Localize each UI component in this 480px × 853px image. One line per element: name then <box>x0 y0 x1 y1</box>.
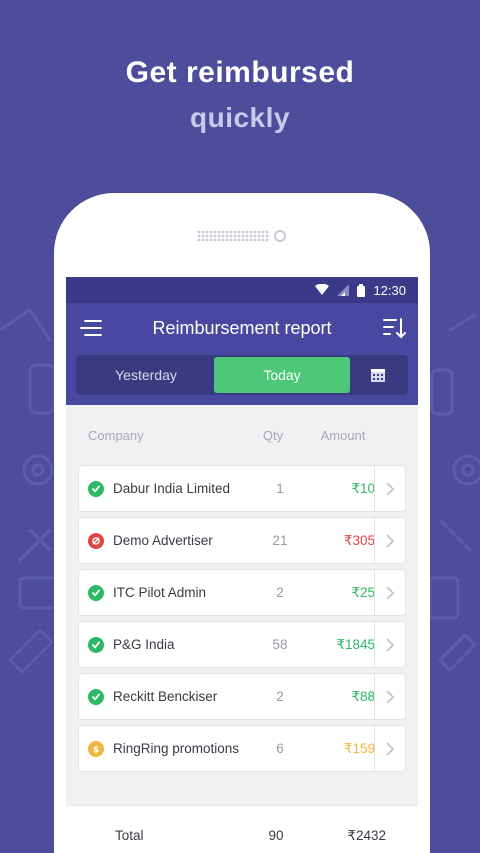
row-amount: ₹1845 <box>336 636 375 652</box>
wifi-icon <box>315 284 330 295</box>
row-amount: ₹25 <box>351 584 375 600</box>
row-amount: ₹159 <box>343 740 375 756</box>
row-qty: 2 <box>276 689 284 704</box>
tab-yesterday[interactable]: Yesterday <box>78 357 214 393</box>
status-cell <box>79 584 113 601</box>
row-qty: 1 <box>276 481 284 496</box>
status-bar: 12:30 <box>66 277 418 303</box>
tab-today[interactable]: Today <box>214 357 350 393</box>
total-amount: ₹2432 <box>347 827 386 843</box>
calendar-icon <box>371 369 385 382</box>
header-qty: Qty <box>262 427 284 443</box>
status-approved-icon <box>88 688 104 705</box>
total-qty: 90 <box>268 828 284 843</box>
chevron-right-icon <box>386 533 394 548</box>
status-approved-icon <box>88 480 104 497</box>
app-bar: Reimbursement report <box>66 303 418 353</box>
row-amount: ₹88 <box>351 688 375 704</box>
header-company: Company <box>88 427 144 443</box>
status-approved-icon <box>88 636 104 653</box>
row-chevron[interactable] <box>374 622 405 667</box>
chevron-right-icon <box>386 741 394 756</box>
table-row[interactable]: Reckitt Benckiser 2 ₹88 <box>78 673 406 720</box>
row-chevron[interactable] <box>374 726 405 771</box>
report-table: Company Qty Amount Dabur India Limited 1 ₹… <box>66 405 418 772</box>
table-row[interactable]: Demo Advertiser 21 ₹305 <box>78 517 406 564</box>
table-row[interactable]: Dabur India Limited 1 ₹10 <box>78 465 406 512</box>
row-qty: 58 <box>272 637 288 652</box>
row-qty: 2 <box>276 585 284 600</box>
table-row[interactable]: ITC Pilot Admin 2 ₹25 <box>78 569 406 616</box>
row-company: ITC Pilot Admin <box>113 585 207 600</box>
row-chevron[interactable] <box>374 674 405 719</box>
status-cell <box>79 688 113 705</box>
table-header: Company Qty Amount <box>78 405 406 465</box>
chevron-right-icon <box>386 689 394 704</box>
status-cell <box>79 636 113 653</box>
status-cell <box>79 532 113 549</box>
camera-icon <box>274 230 286 242</box>
row-amount: ₹305 <box>343 532 375 548</box>
date-filter: Yesterday Today <box>66 353 418 405</box>
row-company: Dabur India Limited <box>113 481 231 496</box>
row-chevron[interactable] <box>374 466 405 511</box>
status-cell <box>79 480 113 497</box>
row-company: P&G India <box>113 637 175 652</box>
status-approved-icon <box>88 584 104 601</box>
battery-icon <box>357 283 366 297</box>
page-title: Reimbursement report <box>152 317 332 338</box>
status-cell: $ <box>79 740 113 757</box>
row-company: Demo Advertiser <box>113 533 213 548</box>
total-row: Total 90 ₹2432 <box>66 805 418 853</box>
promo-subline: quickly <box>190 102 290 133</box>
chevron-right-icon <box>386 637 394 652</box>
chevron-right-icon <box>386 481 394 496</box>
calendar-button[interactable] <box>350 357 406 393</box>
chevron-right-icon <box>386 585 394 600</box>
row-chevron[interactable] <box>374 570 405 615</box>
promo-headline: Get reimbursed <box>125 56 355 89</box>
phone-screen: 12:30 Reimbursement report Yesterday Tod… <box>66 277 418 853</box>
speaker-grille <box>197 230 269 242</box>
row-amount: ₹10 <box>351 480 375 496</box>
status-pending-icon: $ <box>88 740 104 757</box>
status-time: 12:30 <box>373 282 406 298</box>
status-rejected-icon <box>88 532 104 549</box>
row-qty: 6 <box>276 741 284 756</box>
row-company: RingRing promotions <box>113 741 240 756</box>
row-company: Reckitt Benckiser <box>113 689 218 704</box>
row-chevron[interactable] <box>374 518 405 563</box>
signal-icon <box>337 284 350 296</box>
date-tabs: Yesterday Today <box>76 355 408 395</box>
total-label: Total <box>115 828 144 843</box>
sort-icon[interactable] <box>382 317 406 339</box>
table-row[interactable]: P&G India 58 ₹1845 <box>78 621 406 668</box>
row-qty: 21 <box>272 533 288 548</box>
menu-icon[interactable] <box>79 318 103 338</box>
table-row[interactable]: $ RingRing promotions 6 ₹159 <box>78 725 406 772</box>
svg-text:$: $ <box>93 745 99 754</box>
header-amount: Amount <box>320 427 366 443</box>
